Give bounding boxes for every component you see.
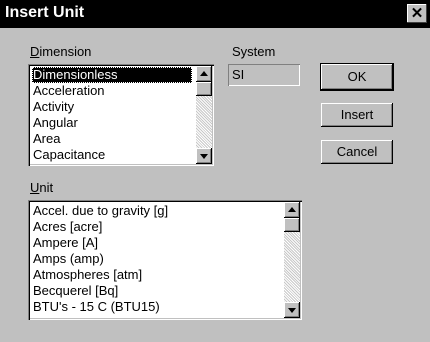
- dimension-label: Dimension: [30, 44, 91, 59]
- arrow-down-icon: [288, 308, 296, 313]
- dimension-item[interactable]: Angular: [32, 115, 192, 131]
- scroll-up-button[interactable]: [196, 66, 212, 82]
- scroll-up-button[interactable]: [284, 202, 300, 218]
- dimension-item[interactable]: Dimensionless: [32, 67, 192, 83]
- dimension-scrollbar[interactable]: [196, 66, 212, 164]
- title-bar: Insert Unit ✕: [0, 0, 430, 28]
- cancel-button[interactable]: Cancel: [321, 140, 393, 164]
- system-field: SI: [228, 64, 300, 86]
- unit-label: Unit: [30, 180, 53, 195]
- ok-button[interactable]: OK: [320, 63, 394, 91]
- unit-label-rest: nit: [39, 180, 54, 195]
- unit-item[interactable]: Atmospheres [atm]: [32, 267, 280, 283]
- unit-label-accel: U: [30, 180, 40, 195]
- close-icon: ✕: [410, 5, 424, 22]
- dimension-label-accel: D: [30, 44, 40, 59]
- scroll-down-button[interactable]: [284, 302, 300, 318]
- dimension-item[interactable]: Acceleration: [32, 83, 192, 99]
- dimension-label-rest: imension: [39, 44, 92, 59]
- unit-item[interactable]: Amps (amp): [32, 251, 280, 267]
- dialog-title: Insert Unit: [5, 4, 85, 21]
- scroll-down-button[interactable]: [196, 148, 212, 164]
- unit-item[interactable]: Acres [acre]: [32, 219, 280, 235]
- dimension-list: Dimensionless Acceleration Activity Angu…: [32, 67, 192, 163]
- scroll-thumb[interactable]: [284, 218, 300, 232]
- unit-item[interactable]: Accel. due to gravity [g]: [32, 203, 280, 219]
- unit-list: Accel. due to gravity [g] Acres [acre] A…: [32, 203, 280, 315]
- dimension-item[interactable]: Area: [32, 131, 192, 147]
- system-label: System: [232, 44, 276, 59]
- unit-scrollbar[interactable]: [284, 202, 300, 318]
- dimension-item[interactable]: Capacitance: [32, 147, 192, 163]
- scroll-thumb[interactable]: [196, 82, 212, 96]
- insert-button[interactable]: Insert: [321, 103, 393, 127]
- arrow-down-icon: [200, 154, 208, 159]
- close-button[interactable]: ✕: [407, 4, 427, 23]
- arrow-up-icon: [288, 207, 296, 212]
- unit-item[interactable]: BTU's - 15 C (BTU15): [32, 299, 280, 315]
- dimension-listbox[interactable]: Dimensionless Acceleration Activity Angu…: [28, 64, 214, 166]
- insert-unit-dialog: Insert Unit ✕ Dimension Dimensionless Ac…: [0, 0, 430, 342]
- dimension-item[interactable]: Activity: [32, 99, 192, 115]
- arrow-up-icon: [200, 71, 208, 76]
- system-value: SI: [232, 67, 245, 82]
- unit-item[interactable]: Becquerel [Bq]: [32, 283, 280, 299]
- unit-listbox[interactable]: Accel. due to gravity [g] Acres [acre] A…: [28, 200, 302, 320]
- unit-item[interactable]: Ampere [A]: [32, 235, 280, 251]
